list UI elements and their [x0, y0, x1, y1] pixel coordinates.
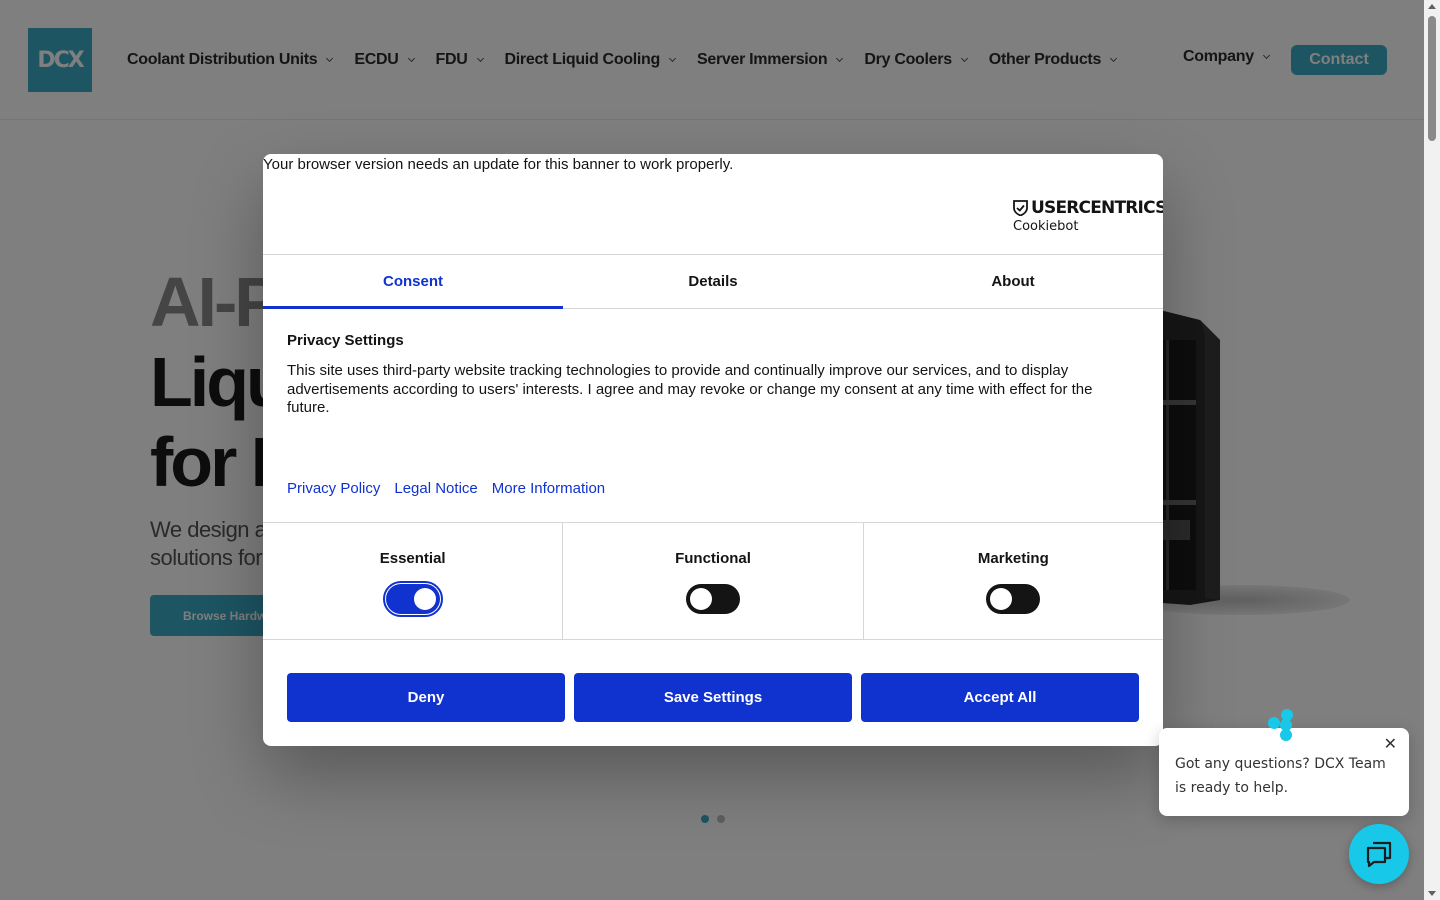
consent-buttons: Deny Save Settings Accept All — [287, 673, 1139, 722]
marketing-toggle[interactable] — [986, 584, 1041, 614]
chat-greeting-text: Got any questions? DCX Team is ready to … — [1175, 756, 1386, 796]
privacy-policy-link[interactable]: Privacy Policy — [287, 480, 380, 497]
essential-toggle[interactable] — [382, 581, 443, 617]
more-information-link[interactable]: More Information — [492, 480, 605, 497]
shield-icon — [1013, 200, 1028, 216]
close-icon[interactable]: ✕ — [1384, 734, 1397, 753]
scroll-down-arrow-icon[interactable] — [1428, 891, 1436, 896]
chat-agent-logo-icon — [1268, 709, 1293, 741]
save-settings-button[interactable]: Save Settings — [574, 673, 852, 722]
brand-product: Cookiebot — [1013, 219, 1079, 234]
category-functional: Functional — [563, 523, 864, 639]
category-label: Essential — [379, 550, 446, 567]
deny-button[interactable]: Deny — [287, 673, 565, 722]
category-essential: Essential — [263, 523, 564, 639]
functional-toggle[interactable] — [685, 584, 740, 614]
policy-links: Privacy Policy Legal Notice More Informa… — [287, 480, 619, 497]
tab-details[interactable]: Details — [563, 255, 863, 308]
usercentrics-logo: USERCENTRICS Cookiebot — [1013, 198, 1163, 234]
toggle-knob — [990, 588, 1013, 610]
scrollbar-thumb[interactable] — [1428, 16, 1436, 141]
tab-about[interactable]: About — [863, 255, 1163, 308]
chat-icon — [1366, 841, 1392, 868]
brand-name: USERCENTRICS — [1031, 198, 1163, 218]
privacy-settings-heading: Privacy Settings — [287, 332, 404, 349]
category-label: Marketing — [977, 550, 1049, 567]
page-scrollbar[interactable] — [1424, 0, 1440, 900]
browser-update-warning: Your browser version needs an update for… — [263, 156, 734, 173]
category-marketing: Marketing — [864, 523, 1163, 639]
tab-consent[interactable]: Consent — [263, 255, 563, 309]
privacy-settings-text: This site uses third-party website track… — [287, 362, 1093, 416]
toggle-knob — [689, 588, 712, 610]
cookie-consent-dialog: Your browser version needs an update for… — [263, 154, 1163, 746]
legal-notice-link[interactable]: Legal Notice — [394, 480, 477, 497]
chat-launcher-button[interactable] — [1349, 824, 1409, 884]
toggle-knob — [413, 588, 436, 610]
consent-categories: Essential Functional Marketing — [263, 522, 1163, 640]
category-label: Functional — [675, 550, 751, 567]
accept-all-button[interactable]: Accept All — [861, 673, 1139, 722]
consent-tabs: Consent Details About — [263, 254, 1163, 309]
scroll-up-arrow-icon[interactable] — [1428, 4, 1436, 9]
consent-content: Privacy Settings This site uses third-pa… — [287, 332, 1117, 418]
